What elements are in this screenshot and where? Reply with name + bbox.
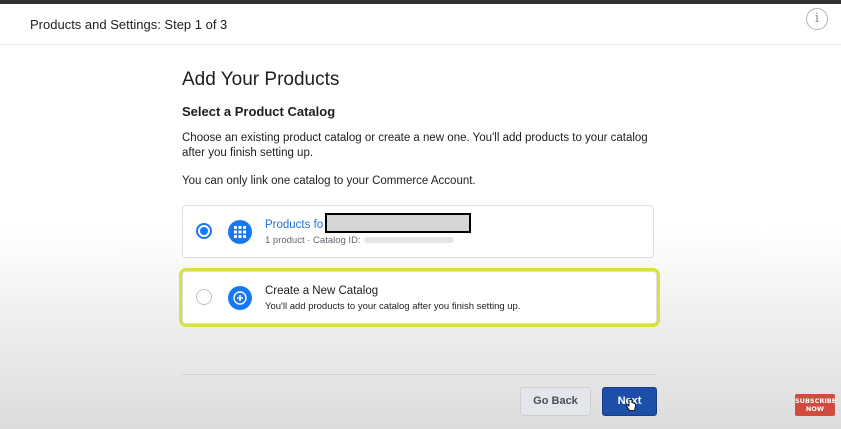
catalog-id-blurred — [363, 237, 454, 244]
new-catalog-radio[interactable] — [196, 289, 212, 305]
catalog-meta: 1 product · Catalog ID: — [265, 235, 454, 246]
page-title: Add Your Products — [182, 69, 340, 90]
subscribe-badge[interactable]: SUBSCRIBE NOW — [795, 394, 837, 416]
description-text: Choose an existing product catalog or cr… — [182, 132, 648, 159]
catalog-name[interactable]: Products fo — [265, 219, 323, 231]
header-bar: Products and Settings: Step 1 of 3 i — [0, 4, 841, 45]
new-catalog-option[interactable]: Create a New Catalog You'll add products… — [179, 268, 660, 327]
new-catalog-subtitle: You'll add products to your catalog afte… — [265, 301, 521, 312]
redaction-box — [325, 213, 471, 233]
footer-divider — [182, 374, 657, 375]
step-title: Products and Settings: Step 1 of 3 — [30, 17, 228, 32]
hand-cursor-icon — [626, 399, 636, 411]
go-back-button[interactable]: Go Back — [520, 387, 591, 416]
info-icon[interactable]: i — [806, 8, 828, 30]
catalog-limit-note: You can only link one catalog to your Co… — [182, 175, 476, 187]
subscribe-line-1: SUBSCRIBE — [795, 397, 837, 405]
plus-icon — [228, 286, 252, 310]
section-title: Select a Product Catalog — [182, 104, 336, 119]
new-catalog-title: Create a New Catalog — [265, 285, 379, 297]
catalog-meta-text: 1 product · Catalog ID: — [265, 235, 361, 246]
grid-icon — [228, 220, 252, 244]
catalog-radio-selected[interactable] — [196, 223, 212, 239]
subscribe-line-2: NOW — [805, 405, 825, 413]
